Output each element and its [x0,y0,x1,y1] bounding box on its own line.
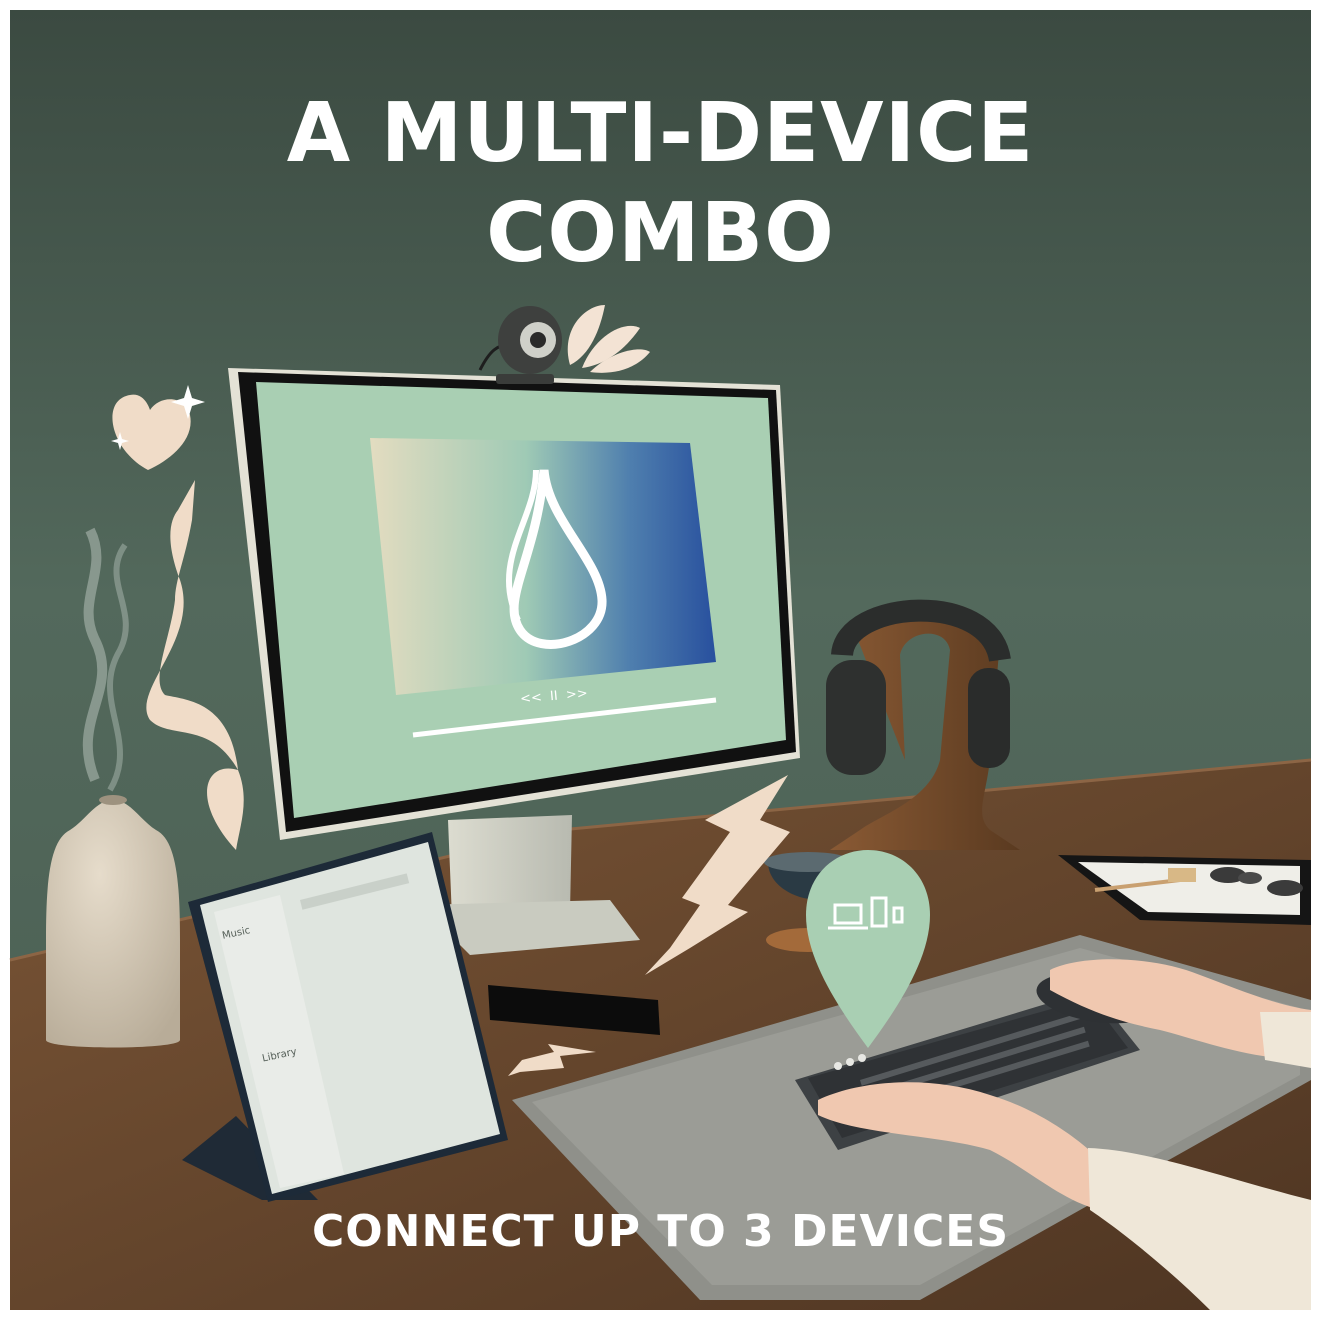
headline-line-1: A MULTI-DEVICE [286,86,1035,181]
aroma-diffuser [46,800,180,1048]
tagline: CONNECT UP TO 3 DEVICES [311,1206,1010,1257]
headline-line-2: COMBO [486,186,835,281]
product-photo-scene: A MULTI-DEVICE COMBO CONNECT UP TO 3 DEV… [0,0,1321,1323]
